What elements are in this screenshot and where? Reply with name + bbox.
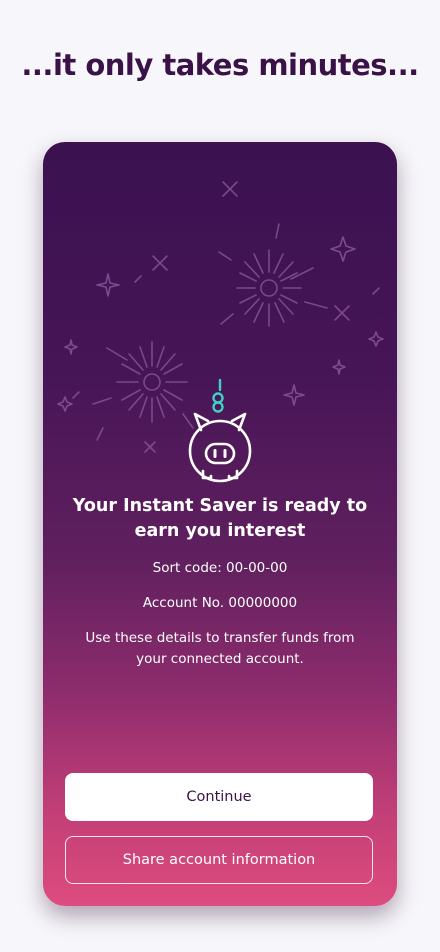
page-headline: ...it only takes minutes... bbox=[21, 48, 419, 82]
transfer-note: Use these details to transfer funds from… bbox=[85, 630, 355, 667]
sort-code: Sort code: 00-00-00 bbox=[152, 560, 288, 576]
piggy-bank-icon bbox=[188, 378, 252, 483]
card-title: Your Instant Saver is ready to earn you … bbox=[72, 496, 368, 541]
account-ready-card: Your Instant Saver is ready to earn you … bbox=[43, 142, 397, 906]
share-account-button-label: Share account information bbox=[122, 852, 316, 868]
continue-button-label: Continue bbox=[186, 789, 252, 805]
coin-icon bbox=[212, 378, 224, 413]
share-account-button[interactable]: Share account information bbox=[65, 836, 373, 884]
account-number: Account No. 00000000 bbox=[142, 595, 298, 611]
continue-button[interactable]: Continue bbox=[65, 773, 373, 821]
